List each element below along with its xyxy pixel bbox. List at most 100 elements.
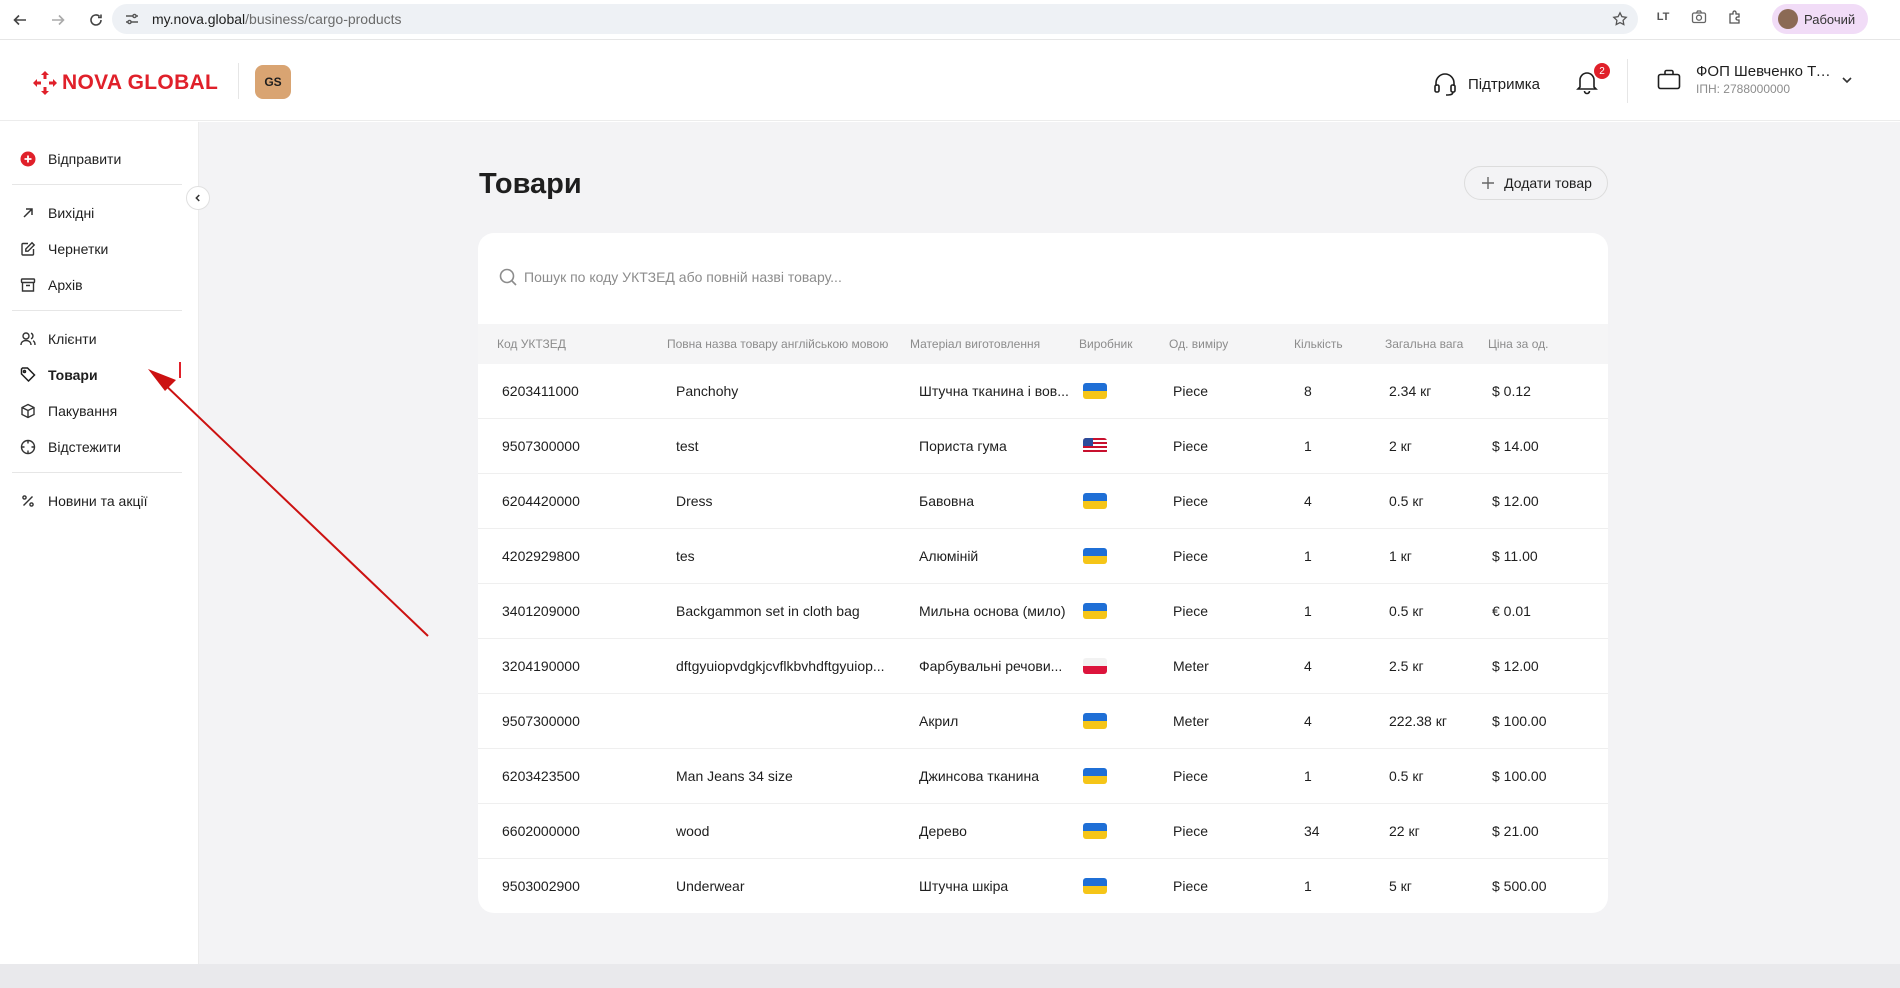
manufacturer-flag-ua (1083, 548, 1107, 564)
search-box (498, 267, 1124, 287)
nova-logo-icon (33, 71, 57, 95)
cell-material: Дерево (919, 823, 967, 839)
sidebar-item-label: Відправити (48, 151, 122, 167)
extensions-area: LT (1652, 6, 1746, 28)
cell-code: 9503002900 (502, 878, 580, 894)
cell-material: Бавовна (919, 493, 974, 509)
table-row[interactable]: 6203423500 Man Jeans 34 size Джинсова ткан… (478, 749, 1608, 804)
users-icon (20, 332, 36, 346)
sidebar-item-outgoing[interactable]: Вихідні (20, 202, 94, 224)
manufacturer-flag-ua (1083, 713, 1107, 729)
cell-weight: 0.5 кг (1389, 493, 1424, 509)
table-row[interactable]: 6204420000 Dress Бавовна Piece 4 0.5 кг $ 12.0… (478, 474, 1608, 529)
arrow-right-icon (52, 14, 65, 25)
forward-button[interactable] (40, 2, 76, 38)
table-row[interactable]: 6203411000 Panchohy Штучна тканина і вов..… (478, 364, 1608, 419)
table-row[interactable]: 9507300000 test Пориста гума Piece 1 2 кг $ 14… (478, 419, 1608, 474)
gs-badge[interactable]: GS (255, 65, 291, 99)
cell-material: Акрил (919, 713, 959, 729)
track-icon (20, 439, 36, 455)
cell-code: 9507300000 (502, 713, 580, 729)
sidebar-item-products[interactable]: Товари (20, 364, 98, 386)
column-header-code[interactable]: Код УКТЗЕД (497, 337, 566, 351)
cell-weight: 2.34 кг (1389, 383, 1432, 399)
reload-button[interactable] (78, 2, 114, 38)
chevron-down-icon[interactable] (1840, 73, 1854, 87)
table-row[interactable]: 3401209000 Backgammon set in cloth bag Мил… (478, 584, 1608, 639)
chevron-left-icon (195, 194, 200, 202)
cell-quantity: 4 (1304, 658, 1312, 674)
cell-unit: Meter (1173, 713, 1209, 729)
cell-unit: Piece (1173, 493, 1209, 509)
support-link[interactable]: Підтримка (1432, 71, 1540, 97)
cell-weight: 0.5 кг (1389, 603, 1424, 619)
sidebar-item-clients[interactable]: Клієнти (20, 328, 97, 350)
puzzle-extensions-icon[interactable] (1724, 6, 1746, 28)
profile-avatar (1778, 9, 1798, 29)
account-info: ФОП Шевченко Та... ІПН: 2788000000 (1696, 63, 1836, 96)
column-header-weight[interactable]: Загальна вага (1385, 337, 1463, 351)
cell-price: $ 500.00 (1492, 878, 1547, 894)
add-product-button[interactable]: Додати товар (1464, 166, 1608, 200)
cell-material: Штучна шкіра (919, 878, 1009, 894)
languagetool-extension-icon[interactable]: LT (1652, 6, 1674, 28)
site-settings-icon[interactable] (124, 11, 140, 27)
sidebar-collapse-button[interactable] (186, 186, 210, 210)
plus-circle-icon (20, 151, 36, 167)
cell-code: 6602000000 (502, 823, 580, 839)
column-header-material[interactable]: Матеріал виготовлення (910, 337, 1040, 351)
cell-material: Пориста гума (919, 438, 1007, 454)
cell-code: 3204190000 (502, 658, 580, 674)
cell-code: 6203423500 (502, 768, 580, 784)
table-row[interactable]: 3204190000 dftgyuiopvdgkjcvflkbvhdftgyuio… (478, 639, 1608, 694)
table-row[interactable]: 9507300000 Акрил Meter 4 222.38 кг $ 100.00 (478, 694, 1608, 749)
column-header-quantity[interactable]: Кількість (1294, 337, 1343, 351)
column-header-name[interactable]: Повна назва товару англійською мовою (667, 337, 888, 351)
column-header-unit[interactable]: Од. виміру (1169, 337, 1228, 351)
table-row[interactable]: 9503002900 Underwear Штучна шкіра Piece 1 5 к… (478, 859, 1608, 913)
column-header-manufacturer[interactable]: Виробник (1079, 337, 1133, 351)
archive-icon (20, 278, 36, 292)
cell-quantity: 1 (1304, 768, 1312, 784)
nova-global-logo[interactable]: NOVA GLOBAL (32, 70, 218, 96)
cell-quantity: 1 (1304, 438, 1312, 454)
sidebar-item-send[interactable]: Відправити (20, 148, 121, 170)
account-switcher[interactable]: ФОП Шевченко Та... ІПН: 2788000000 (1656, 63, 1854, 96)
search-input[interactable] (524, 269, 1124, 285)
cell-material: Фарбувальні речови... (919, 658, 1063, 674)
cell-unit: Piece (1173, 603, 1209, 619)
cell-quantity: 1 (1304, 548, 1312, 564)
back-button[interactable] (2, 2, 38, 38)
manufacturer-flag-pl (1083, 658, 1107, 674)
camera-extension-icon[interactable] (1688, 6, 1710, 28)
manufacturer-flag-ua (1083, 603, 1107, 619)
cell-weight: 2.5 кг (1389, 658, 1424, 674)
sidebar-item-drafts[interactable]: Чернетки (20, 238, 108, 260)
column-header-price[interactable]: Ціна за од. (1488, 337, 1548, 351)
browser-profile-button[interactable]: Рабочий (1772, 4, 1868, 34)
address-bar[interactable]: my.nova.global/business/cargo-products (112, 4, 1638, 34)
table-row[interactable]: 4202929800 tes Алюміній Piece 1 1 кг $ 11.00 (478, 529, 1608, 584)
sidebar-item-packaging[interactable]: Пакування (20, 400, 117, 422)
page-title: Товари (479, 168, 582, 200)
cell-unit: Piece (1173, 438, 1209, 454)
cell-unit: Piece (1173, 878, 1209, 894)
sidebar-item-news[interactable]: Новини та акції (20, 490, 147, 512)
cell-price: $ 12.00 (1492, 658, 1539, 674)
header-divider (238, 63, 239, 99)
header-divider-right (1627, 59, 1628, 103)
cell-name: wood (676, 823, 710, 839)
cell-quantity: 1 (1304, 878, 1312, 894)
table-row[interactable]: 6602000000 wood Дерево Piece 34 22 кг $ 21.00 (478, 804, 1608, 859)
cell-weight: 1 кг (1389, 548, 1412, 564)
manufacturer-flag-ua (1083, 823, 1107, 839)
sidebar-item-track[interactable]: Відстежити (20, 436, 121, 458)
sidebar-separator (12, 184, 182, 185)
cell-quantity: 4 (1304, 493, 1312, 509)
sidebar-item-archive[interactable]: Архів (20, 274, 83, 296)
bookmark-star-icon[interactable] (1612, 11, 1628, 27)
cell-code: 9507300000 (502, 438, 580, 454)
cell-price: € 0.01 (1492, 603, 1531, 619)
sidebar-item-label: Архів (48, 277, 83, 293)
cell-quantity: 34 (1304, 823, 1320, 839)
